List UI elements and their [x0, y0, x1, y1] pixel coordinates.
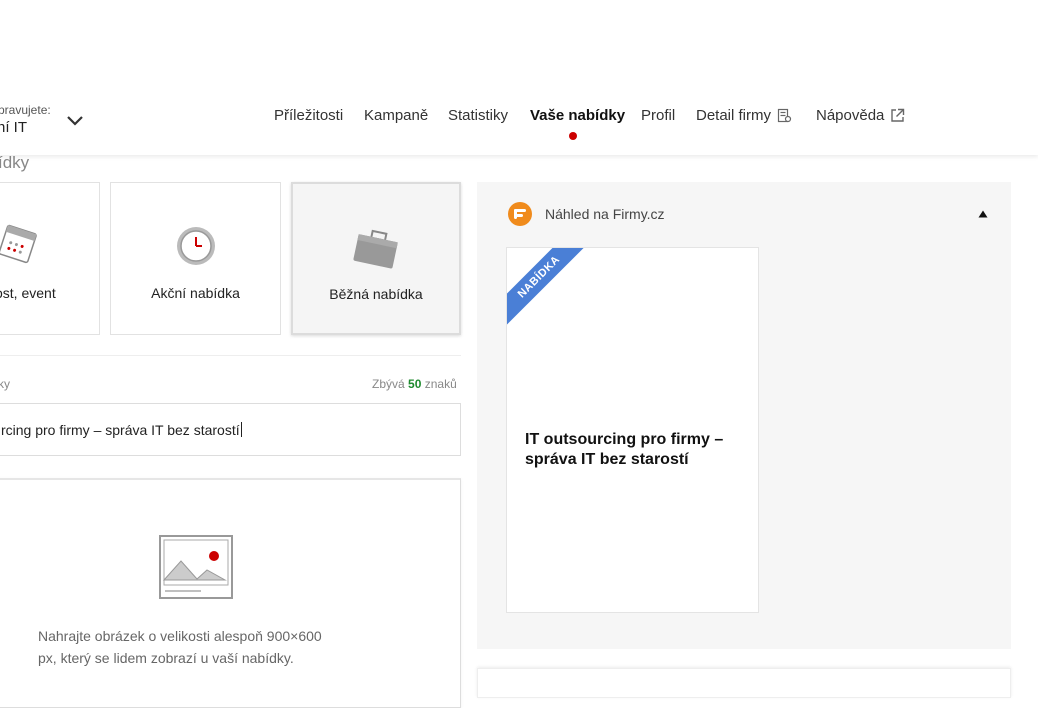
text-caret: [240, 422, 242, 437]
divider: [0, 355, 461, 356]
offer-type-bezna-label: Běžná nabídka: [329, 286, 423, 302]
active-nav-indicator: [569, 132, 577, 140]
offer-ribbon: NABÍDKA: [507, 248, 590, 328]
offer-type-akcni-label: Akční nabídka: [151, 285, 240, 301]
preview-title: Náhled na Firmy.cz: [545, 206, 665, 222]
main-nav: Příležitosti Kampaně Statistiky Vaše nab…: [0, 107, 1038, 131]
offer-title-input[interactable]: rcing pro firmy – správa IT bez starostí: [0, 403, 461, 456]
firmy-logo-icon: [508, 202, 532, 226]
top-header: pravujete: ní IT Příležitosti Kampaně St…: [0, 0, 1038, 155]
preview-card-title: IT outsourcing pro firmy – správa IT bez…: [525, 431, 724, 468]
image-upload-area[interactable]: Nahrajte obrázek o velikosti alespoň 900…: [0, 478, 461, 708]
offer-type-event[interactable]: ost, event: [0, 182, 100, 335]
triangle-up-icon[interactable]: [978, 210, 988, 218]
nav-item-napoveda[interactable]: Nápověda: [816, 107, 905, 124]
section-heading: ídky: [0, 153, 30, 172]
briefcase-icon: [353, 229, 398, 269]
nav-item-profil[interactable]: Profil: [641, 107, 675, 124]
nav-item-detail-firmy[interactable]: Detail firmy: [696, 107, 792, 124]
nav-item-prilezitosti[interactable]: Příležitosti: [274, 107, 343, 124]
character-counter: Zbývá 50 znaků: [372, 377, 457, 391]
next-panel: [477, 668, 1011, 698]
offer-type-bezna[interactable]: Běžná nabídka: [291, 182, 461, 335]
preview-card: NABÍDKA IT outsourcing pro firmy – správ…: [506, 247, 759, 613]
external-link-icon: [891, 108, 905, 122]
nav-item-statistiky[interactable]: Statistiky: [448, 107, 508, 124]
character-counter-value: 50: [408, 377, 422, 391]
building-icon: [777, 108, 792, 123]
clock-icon: [177, 227, 215, 265]
title-field-label: ky: [0, 377, 10, 391]
preview-panel: Náhled na Firmy.cz NABÍDKA IT outsourcin…: [477, 182, 1011, 649]
nav-item-vase-nabidky[interactable]: Vaše nabídky: [530, 107, 625, 124]
offer-type-event-label: ost, event: [0, 285, 56, 301]
offer-type-akcni[interactable]: Akční nabídka: [110, 182, 281, 335]
calendar-icon: [0, 224, 37, 264]
upload-instructions: Nahrajte obrázek o velikosti alespoň 900…: [38, 628, 322, 666]
image-placeholder-icon: [159, 535, 233, 599]
nav-item-kampane[interactable]: Kampaně: [364, 107, 428, 124]
offer-title-value: rcing pro firmy – správa IT bez starostí: [1, 422, 240, 438]
